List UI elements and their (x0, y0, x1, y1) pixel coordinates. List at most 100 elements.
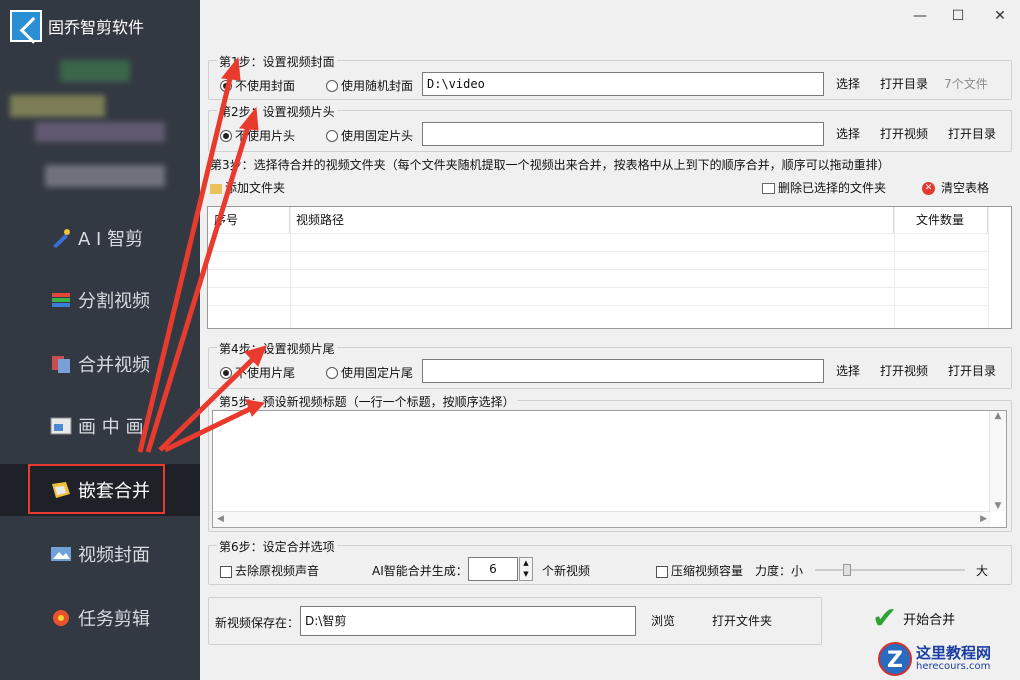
cover-path-input[interactable]: D:\video (422, 72, 824, 96)
minimize-button[interactable]: — (910, 8, 930, 24)
radio-no-outro[interactable]: 不使用片尾 (220, 364, 295, 381)
sidebar-item-label: 嵌套合并 (78, 481, 150, 502)
folder-table[interactable]: 序号 视频路径 文件数量 (207, 206, 1012, 329)
remove-selected-label: 删除已选择的文件夹 (778, 181, 887, 195)
horizontal-scrollbar[interactable]: ◀ ▶ (213, 511, 991, 527)
merge-icon (50, 354, 72, 374)
open-intro-video-button[interactable]: 打开视频 (876, 123, 932, 145)
blurred-area (60, 60, 130, 82)
nest-merge-icon (50, 480, 72, 500)
sidebar-item-label: A I 智剪 (78, 229, 144, 250)
step1-title: 第1步：设置视频封面 (217, 53, 337, 70)
folder-remove-icon (762, 183, 775, 194)
radio-label: 使用固定片头 (341, 129, 414, 143)
sidebar-item-nest-merge[interactable]: 嵌套合并 (0, 464, 200, 516)
clear-icon: ✕ (922, 182, 935, 195)
ai-generate-label: AI智能合并生成： (372, 564, 468, 578)
radio-label: 使用固定片尾 (341, 366, 414, 380)
browse-button[interactable]: 浏览 (646, 610, 680, 632)
column-divider (894, 207, 895, 328)
choose-intro-button[interactable]: 选择 (832, 123, 864, 145)
checkbox-label: 压缩视频容量 (671, 564, 744, 578)
app-title: 固乔智剪软件 (48, 18, 145, 37)
app-logo-icon (10, 10, 42, 42)
open-intro-dir-button[interactable]: 打开目录 (944, 123, 1000, 145)
blurred-area (10, 95, 105, 117)
step3-title: 第3步：选择待合并的视频文件夹（每个文件夹随机提取一个视频出来合并，按表格中从上… (210, 158, 890, 172)
site-watermark: Z 这里教程网 herecours.com (878, 638, 1020, 680)
column-header-index[interactable]: 序号 (208, 207, 290, 233)
compress-checkbox[interactable]: 压缩视频容量 (656, 562, 743, 579)
table-row-divider (208, 269, 988, 270)
sidebar-item-split[interactable]: 分割视频 (0, 274, 200, 326)
intro-path-input[interactable] (422, 122, 824, 146)
open-cover-dir-button[interactable]: 打开目录 (876, 73, 932, 95)
picture-in-picture-icon (50, 416, 72, 436)
step5-title: 第5步：预设新视频标题（一行一个标题，按顺序选择） (217, 393, 517, 410)
stepper-down-icon[interactable]: ▼ (520, 569, 532, 580)
sidebar-item-label: 任务剪辑 (78, 609, 150, 630)
remove-selected-folders-button[interactable]: 删除已选择的文件夹 (762, 177, 894, 199)
ai-wand-icon (50, 228, 72, 248)
sidebar-item-task[interactable]: 任务剪辑 (0, 592, 200, 644)
clear-table-button[interactable]: ✕ 清空表格 (922, 177, 1002, 199)
remove-audio-checkbox[interactable]: 去除原视频声音 (220, 562, 319, 579)
close-button[interactable]: ✕ (990, 8, 1010, 24)
step6-title: 第6步：设定合并选项 (217, 538, 337, 555)
open-outro-dir-button[interactable]: 打开目录 (944, 360, 1000, 382)
outro-path-input[interactable] (422, 359, 824, 383)
titles-textarea[interactable]: ▲ ▼ ◀ ▶ (212, 410, 1007, 528)
sidebar-item-cover[interactable]: 视频封面 (0, 528, 200, 580)
stepper-up-icon[interactable]: ▲ (520, 558, 532, 569)
choose-cover-button[interactable]: 选择 (832, 73, 864, 95)
app-header: 固乔智剪软件 (10, 10, 144, 42)
open-folder-button[interactable]: 打开文件夹 (704, 610, 780, 632)
maximize-button[interactable]: ☐ (948, 8, 968, 24)
blurred-area (35, 122, 165, 142)
column-divider (988, 207, 989, 328)
save-path-input[interactable]: D:\智剪 (300, 606, 636, 636)
sidebar-item-pip[interactable]: 画 中 画 (0, 400, 200, 452)
slider-thumb[interactable] (843, 564, 851, 576)
radio-fixed-outro[interactable]: 使用固定片尾 (326, 364, 413, 381)
add-folder-button[interactable]: 添加文件夹 (210, 177, 300, 199)
checkmark-icon: ✔ (872, 600, 898, 636)
table-row-divider (208, 233, 988, 234)
scroll-left-icon[interactable]: ◀ (217, 514, 224, 524)
radio-random-cover[interactable]: 使用随机封面 (326, 77, 413, 94)
start-merge-label: 开始合并 (903, 612, 956, 628)
vertical-scrollbar[interactable]: ▲ ▼ (989, 411, 1006, 511)
scroll-right-icon[interactable]: ▶ (980, 514, 987, 524)
blurred-area (45, 165, 165, 187)
layers-icon (50, 290, 72, 310)
save-label: 新视频保存在： (215, 616, 300, 630)
sidebar: 固乔智剪软件 A I 智剪 分割视频 合并视频 画 中 画 嵌套合并 视频封面 … (0, 0, 200, 680)
cover-file-count: 7个文件 (944, 77, 988, 91)
strength-label: 力度：小 (755, 564, 804, 578)
watermark-logo: Z (878, 642, 912, 676)
column-header-count[interactable]: 文件数量 (894, 207, 988, 233)
column-header-path[interactable]: 视频路径 (290, 207, 894, 233)
sidebar-item-ai[interactable]: A I 智剪 (0, 212, 200, 264)
radio-label: 不使用片尾 (235, 366, 296, 380)
radio-label: 不使用封面 (235, 79, 296, 93)
radio-label: 使用随机封面 (341, 79, 414, 93)
open-outro-video-button[interactable]: 打开视频 (876, 360, 932, 382)
strength-slider[interactable] (815, 564, 965, 576)
ai-count-stepper[interactable]: ▲ ▼ (519, 557, 533, 581)
image-icon (50, 544, 72, 564)
sidebar-item-label: 画 中 画 (78, 417, 144, 438)
column-divider (290, 207, 291, 328)
step4-title: 第4步：设置视频片尾 (217, 340, 337, 357)
radio-no-cover[interactable]: 不使用封面 (220, 77, 295, 94)
radio-no-intro[interactable]: 不使用片头 (220, 127, 295, 144)
sidebar-item-label: 合并视频 (78, 355, 150, 376)
ai-count-input[interactable]: 6 (468, 557, 518, 581)
radio-label: 不使用片头 (235, 129, 296, 143)
choose-outro-button[interactable]: 选择 (832, 360, 864, 382)
scroll-down-icon[interactable]: ▼ (990, 501, 1006, 511)
sidebar-item-label: 视频封面 (78, 545, 150, 566)
scroll-up-icon[interactable]: ▲ (990, 411, 1006, 421)
sidebar-item-merge[interactable]: 合并视频 (0, 338, 200, 390)
radio-fixed-intro[interactable]: 使用固定片头 (326, 127, 413, 144)
